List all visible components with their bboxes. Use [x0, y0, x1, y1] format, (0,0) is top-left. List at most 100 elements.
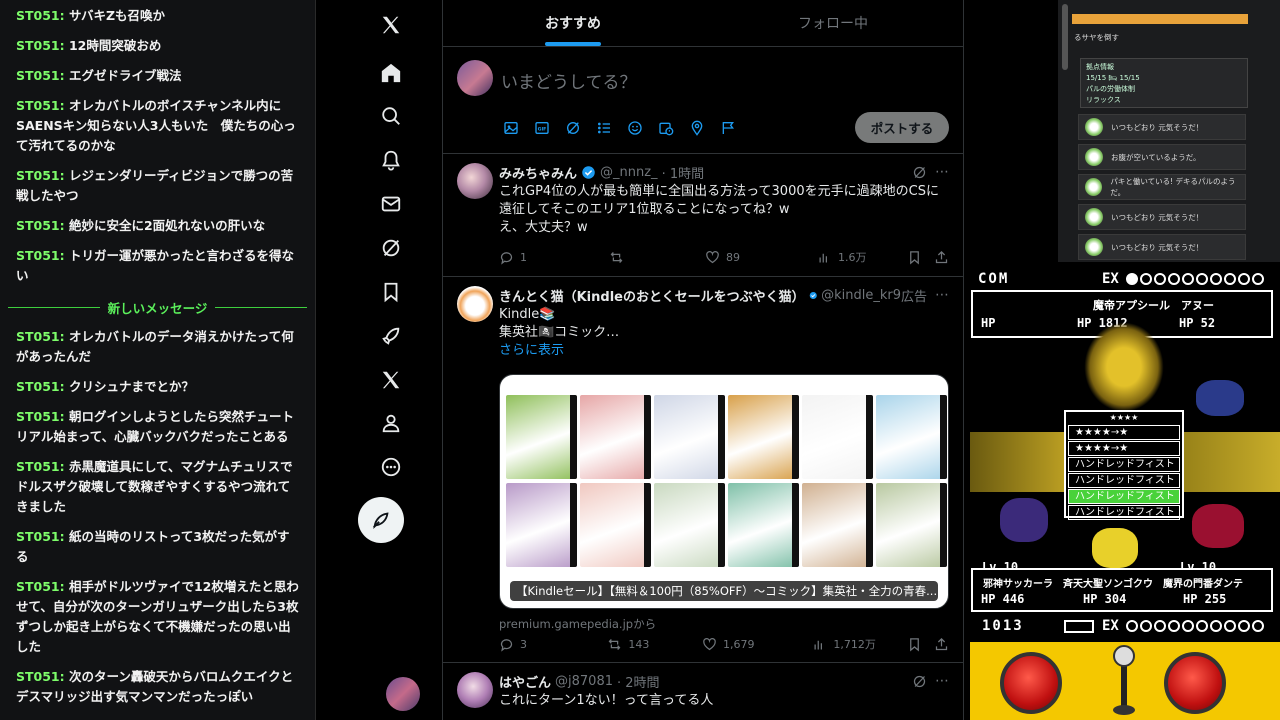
tweet-actions: 1 89 1.6万 [499, 248, 949, 266]
schedule-icon[interactable] [656, 118, 675, 137]
compose-post-button[interactable] [358, 497, 404, 543]
chat-username[interactable]: ST051: [16, 38, 65, 53]
grok-icon[interactable] [912, 165, 927, 180]
chat-username[interactable]: ST051: [16, 409, 65, 424]
more-options-icon[interactable]: ⋯ [935, 287, 949, 303]
pal-icon [1085, 238, 1103, 256]
like-button[interactable]: 89 [705, 250, 817, 265]
skill-menu-item[interactable]: ★★★★→★ [1068, 441, 1180, 456]
tweet-author-name[interactable]: きんとく猫（Kindleのおとくセールをつぶやく猫） [499, 286, 805, 305]
flag-icon[interactable] [718, 118, 737, 137]
gif-icon[interactable]: GIF [532, 118, 551, 137]
retweet-button[interactable]: 143 [607, 637, 702, 652]
tweet-author-name[interactable]: はやごん [499, 672, 551, 691]
promoted-tweet[interactable]: きんとく猫（Kindleのおとくセールをつぶやく猫） @kindle_kr9 広… [443, 278, 963, 663]
chat-username[interactable]: ST051: [16, 579, 65, 594]
views-button[interactable]: 1.6万 [817, 249, 903, 265]
tweet-avatar[interactable] [457, 286, 493, 322]
skill-menu-item[interactable]: ハンドレッドフィスト [1068, 505, 1180, 520]
ex-gauge-pip [1168, 620, 1180, 632]
chat-username[interactable]: ST051: [16, 669, 65, 684]
grok-icon[interactable] [379, 236, 403, 260]
ex-gauge-pip [1238, 273, 1250, 285]
media-icon[interactable] [501, 118, 520, 137]
notifications-icon[interactable] [379, 148, 403, 172]
boss-monster-sprite [1084, 322, 1164, 412]
retweet-button[interactable] [609, 250, 705, 265]
chat-username[interactable]: ST051: [16, 248, 65, 263]
grok-icon[interactable] [912, 674, 927, 689]
tweet-handle[interactable]: @kindle_kr9 [821, 288, 901, 303]
chat-username[interactable]: ST051: [16, 459, 65, 474]
more-options-icon[interactable]: ⋯ [935, 673, 949, 689]
tweet-avatar[interactable] [457, 163, 493, 199]
tweet-time[interactable]: · 1時間 [662, 163, 705, 182]
grok-compose-icon[interactable] [563, 118, 582, 137]
scrollbar[interactable] [1062, 4, 1068, 70]
tweet-text: これGP4位の人が最も簡単に全国出る方法って3000を元手に過疎地のCSに遠征し… [499, 184, 939, 235]
messages-icon[interactable] [379, 192, 403, 216]
post-button[interactable]: ポストする [855, 112, 949, 143]
home-icon[interactable] [379, 61, 403, 85]
x-logo-icon[interactable] [379, 13, 403, 37]
chat-username[interactable]: ST051: [16, 8, 65, 23]
chat-message: ST051: 朝ログインしようとしたら突然チュートリアル始まって、心臓バックバク… [0, 403, 315, 453]
bookmark-icon[interactable] [907, 637, 922, 652]
link-card[interactable]: 【Kindleセール】【無料＆100円（85%OFF）～コミック】集英社・全力の… [499, 374, 949, 609]
reply-button[interactable]: 1 [499, 250, 609, 265]
feather-plus-icon [373, 512, 389, 530]
bookmarks-icon[interactable] [379, 280, 403, 304]
reply-button[interactable]: 3 [499, 637, 607, 652]
location-icon[interactable] [687, 118, 706, 137]
chat-username[interactable]: ST051: [16, 529, 65, 544]
search-icon[interactable] [379, 104, 403, 128]
comic-spine [644, 483, 651, 567]
emoji-icon[interactable] [625, 118, 644, 137]
like-button[interactable]: 1,679 [702, 637, 812, 652]
account-avatar[interactable] [386, 677, 420, 711]
tweet-author-name[interactable]: みみちゃみん [499, 163, 577, 182]
tweet[interactable]: はやごん @j87081 · 2時間 ⋯ これにターン1ない！って言ってる人 [443, 664, 963, 720]
chat-username[interactable]: ST051: [16, 218, 65, 233]
tweet[interactable]: みみちゃみん @_nnnz_ · 1時間 ⋯ これGP4位の人が最も簡単に全国出… [443, 155, 963, 277]
views-button[interactable]: 1,712万 [812, 636, 907, 652]
poll-icon[interactable] [594, 118, 613, 137]
skill-menu-item[interactable]: ハンドレッドフィスト [1068, 457, 1180, 472]
base-info-panel: 拠点情報 15/15 🛏 15/15 パルの労働体制 リラックス [1080, 58, 1248, 108]
skill-menu-item[interactable]: ★★★★→★ [1068, 425, 1180, 440]
arcade-button-right[interactable] [1164, 652, 1226, 714]
tab-following[interactable]: フォロー中 [703, 0, 963, 46]
comic-spine [940, 483, 947, 567]
skill-menu-item[interactable]: ハンドレッドフィスト [1068, 489, 1180, 504]
skill-menu-item[interactable]: ハンドレッドフィスト [1068, 473, 1180, 488]
chat-username[interactable]: ST051: [16, 98, 65, 113]
enemy-monster-sprite [1196, 380, 1244, 416]
show-more-link[interactable]: さらに表示 [499, 342, 949, 360]
chat-username[interactable]: ST051: [16, 379, 65, 394]
chat-message: ST051: クリシュナまでとか？ [0, 373, 315, 403]
more-icon[interactable] [379, 455, 403, 479]
share-icon[interactable] [934, 250, 949, 265]
pal-icon [1085, 178, 1103, 196]
tweet-handle[interactable]: @j87081 [555, 674, 613, 689]
ex-gauge-pip [1126, 620, 1138, 632]
more-options-icon[interactable]: ⋯ [935, 164, 949, 180]
tweet-handle[interactable]: @_nnnz_ [600, 165, 658, 180]
chat-username[interactable]: ST051: [16, 329, 65, 344]
tab-for-you[interactable]: おすすめ [443, 0, 703, 46]
tweet-avatar[interactable] [457, 672, 493, 708]
rocket-icon[interactable] [379, 324, 403, 348]
card-source[interactable]: premium.gamepedia.jpから [499, 616, 656, 632]
chat-username[interactable]: ST051: [16, 68, 65, 83]
arcade-button-left[interactable] [1000, 652, 1062, 714]
share-icon[interactable] [934, 637, 949, 652]
premium-x-icon[interactable] [379, 368, 403, 392]
profile-icon[interactable] [379, 411, 403, 435]
chat-username[interactable]: ST051: [16, 168, 65, 183]
comic-cover-image [506, 483, 577, 567]
ex-label: EX [1102, 271, 1119, 287]
joystick-icon[interactable] [1112, 644, 1136, 716]
composer-input[interactable]: いまどうしてる？ [501, 68, 637, 93]
bookmark-icon[interactable] [907, 250, 922, 265]
tweet-time[interactable]: · 2時間 [617, 672, 660, 691]
